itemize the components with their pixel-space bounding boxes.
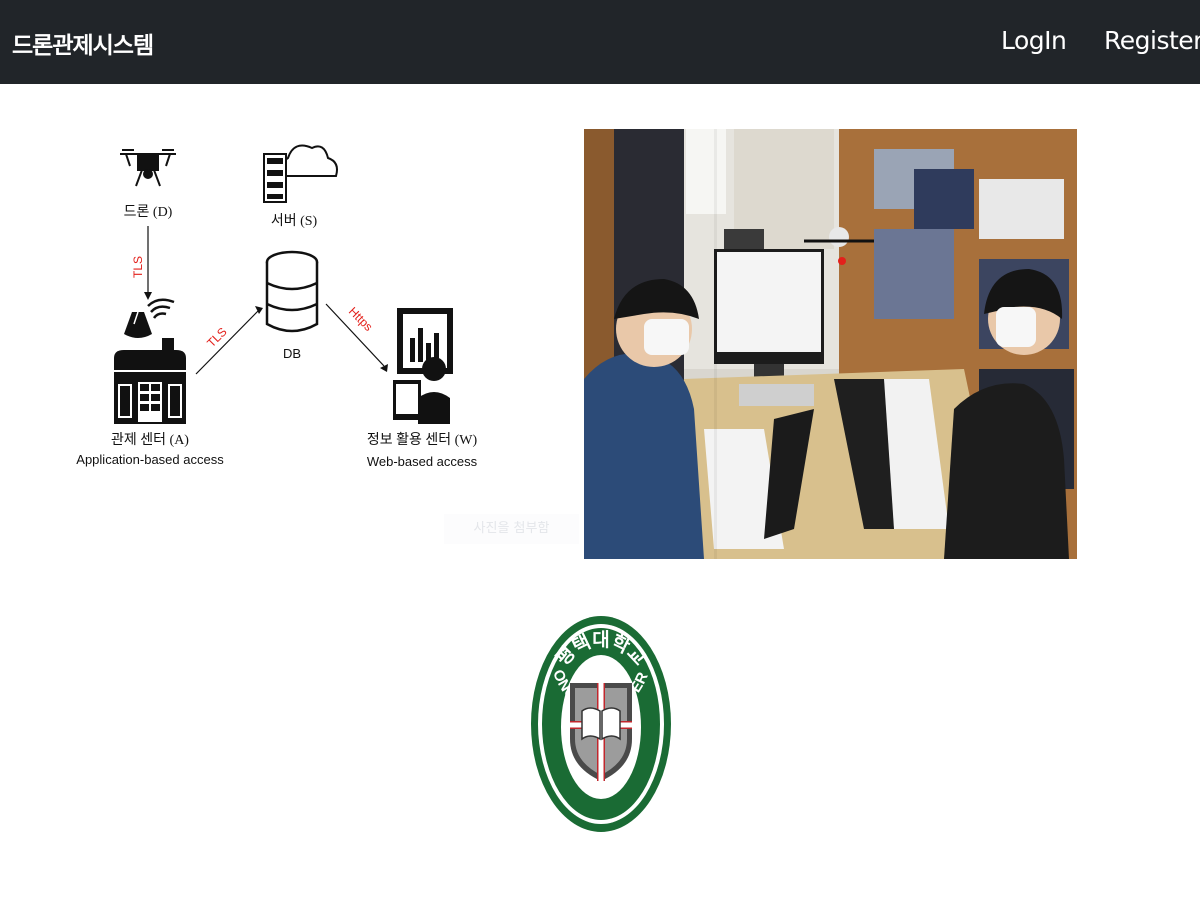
- brand-link[interactable]: 드론관제시스템: [12, 26, 154, 60]
- lab-photo: [584, 129, 1077, 559]
- tls-label-drone-link: TLS: [131, 256, 145, 278]
- photo-caption: 사진을 첨부함: [444, 514, 579, 544]
- drone-icon: [120, 149, 176, 187]
- info-center-label: 정보 활용 센터 (W): [367, 432, 478, 448]
- control-center-icon: [114, 298, 186, 424]
- info-center-sublabel: Web-based access: [367, 454, 478, 469]
- server-cloud-icon: [263, 144, 338, 203]
- top-navbar: 드론관제시스템 LogIn Register: [0, 0, 1200, 84]
- register-link[interactable]: Register: [1104, 26, 1200, 55]
- drone-label: 드론 (D): [124, 205, 173, 220]
- info-center-icon: [393, 308, 453, 424]
- database-icon: [265, 250, 319, 333]
- db-label: DB: [283, 346, 301, 361]
- server-label: 서버 (S): [271, 213, 318, 229]
- university-emblem: 평택대학교 1912 PYEONGTAEK UNIVERSITY 1912: [530, 615, 671, 832]
- control-center-sublabel: Application-based access: [76, 452, 224, 467]
- login-link[interactable]: LogIn: [1001, 26, 1067, 55]
- control-center-label: 관제 센터 (A): [111, 432, 189, 448]
- tls-label-control-link: TLS: [204, 325, 229, 350]
- system-architecture-diagram: 드론 (D) 서버 (S) DB TLS TLS Https 관제 센터 (A)…: [76, 144, 478, 469]
